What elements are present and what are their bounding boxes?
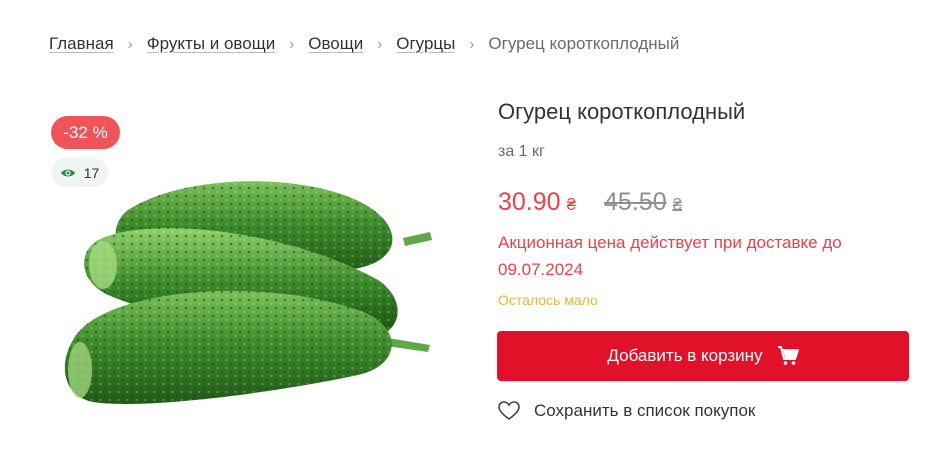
breadcrumb: Главная › Фрукты и овощи › Овощи › Огурц… [49,34,679,54]
product-title: Огурец короткоплодный [498,99,746,124]
cucumber-image [64,181,432,404]
save-label: Сохранить в список покупок [534,401,756,420]
stock-note: Осталось мало [498,292,598,308]
add-to-cart-button[interactable]: Добавить в корзину [497,331,909,381]
eye-icon [60,169,75,176]
breadcrumb-home[interactable]: Главная [49,34,114,54]
heart-icon [498,401,520,420]
save-to-list-button[interactable]: Сохранить в список покупок [498,401,755,421]
price-row: 30.90 ₴ 45.50 ₴ [498,188,682,217]
chevron-right-icon: › [377,35,383,53]
promo-note: Акционная цена действует при доставке до… [498,233,842,279]
chevron-right-icon: › [127,35,133,53]
add-to-cart-label: Добавить в корзину [607,346,763,365]
price-old-value: 45.50 [604,188,667,216]
price-old: 45.50 ₴ [604,188,682,217]
price-new: 30.90 ₴ [498,188,576,217]
cart-icon [777,346,799,365]
chevron-right-icon: › [289,35,295,53]
currency-symbol: ₴ [566,195,577,214]
breadcrumb-fruits-vegetables[interactable]: Фрукты и овощи [147,34,276,54]
breadcrumb-cucumbers[interactable]: Огурцы [396,34,455,54]
currency-symbol: ₴ [672,195,683,214]
product-unit: за 1 кг [498,143,545,160]
price-new-value: 30.90 [498,188,561,216]
views-count: 17 [83,164,100,181]
chevron-right-icon: › [469,35,475,53]
breadcrumb-current: Огурец короткоплодный [488,34,680,53]
views-badge: 17 [51,158,108,187]
breadcrumb-vegetables[interactable]: Овощи [308,34,363,54]
discount-badge: -32 % [51,116,120,149]
